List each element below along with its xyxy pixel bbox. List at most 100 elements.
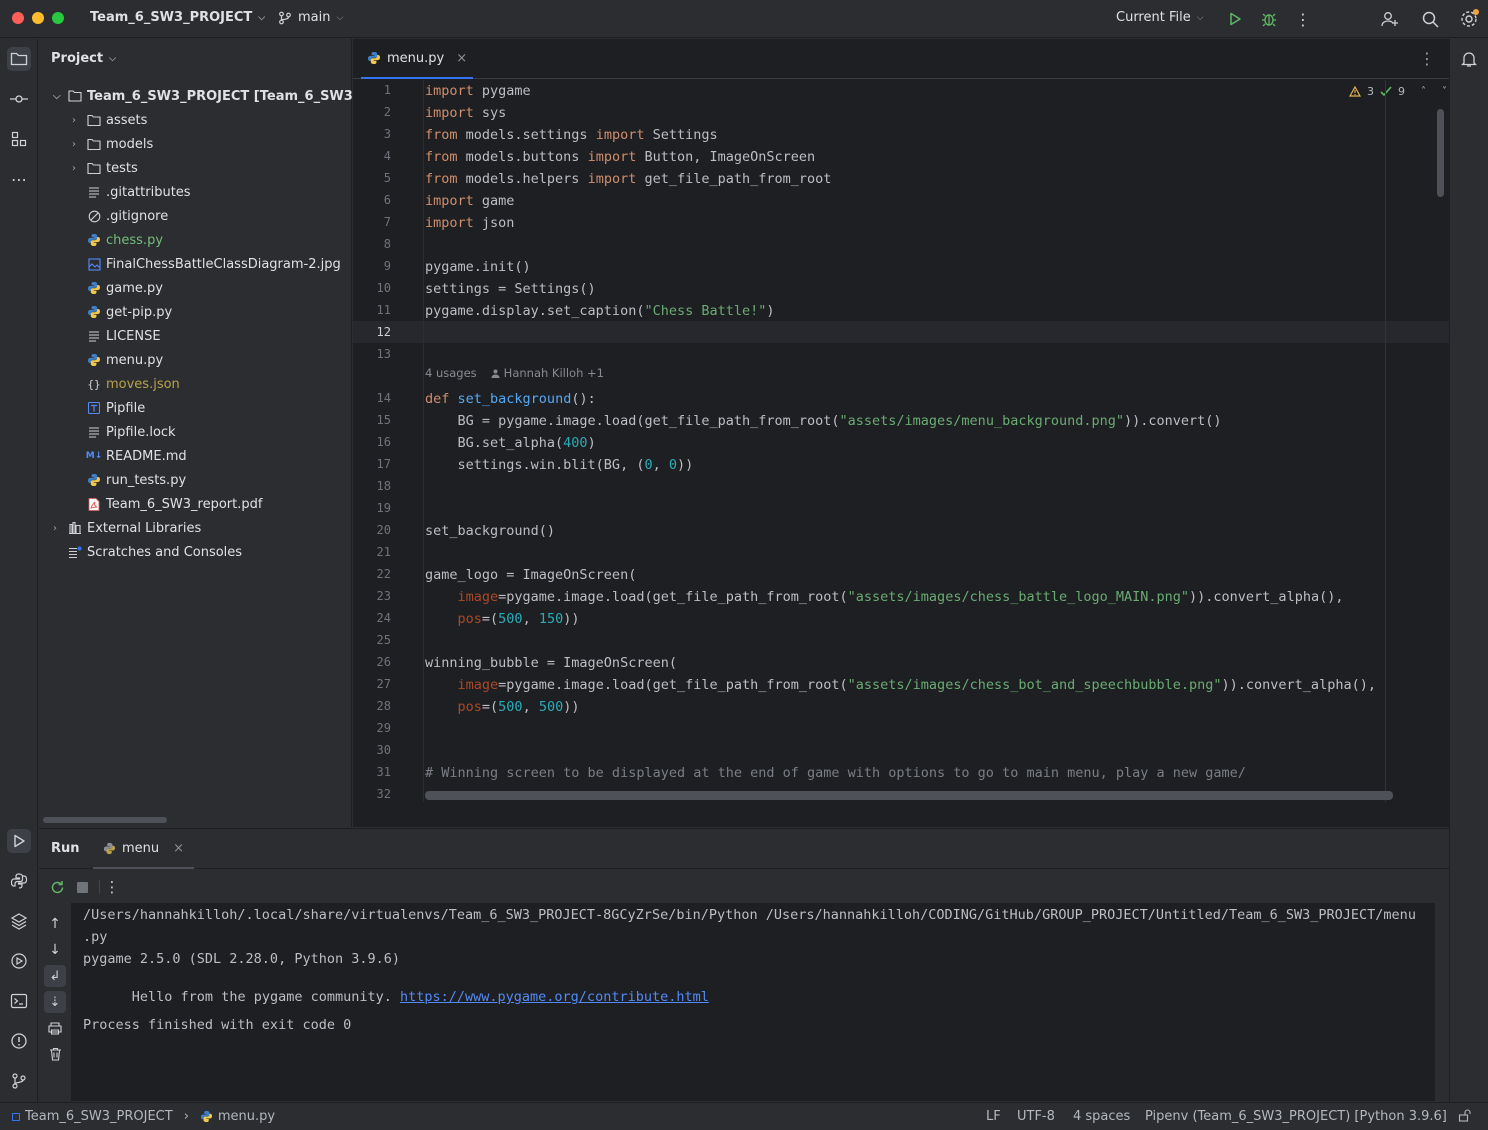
project-hscrollbar[interactable]: [43, 817, 167, 823]
search-button[interactable]: [1420, 9, 1440, 29]
tree-item[interactable]: game.py: [72, 276, 163, 300]
line-number: 26: [376, 655, 391, 669]
zoom-window-button[interactable]: [52, 12, 64, 24]
run-button[interactable]: [1225, 9, 1245, 29]
author-hint[interactable]: Hannah Killoh +1: [491, 366, 604, 380]
tree-item[interactable]: Pipfile: [72, 396, 145, 420]
code-line: pos=(500, 500)): [457, 699, 580, 715]
terminal-button[interactable]: [7, 989, 31, 1013]
rerun-button[interactable]: [46, 876, 68, 898]
tree-item[interactable]: › assets: [72, 108, 147, 132]
image-file-icon: [87, 257, 101, 271]
console-output[interactable]: /Users/hannahkilloh/.local/share/virtual…: [71, 903, 1435, 1101]
breadcrumb-project[interactable]: Team_6_SW3_PROJECT: [25, 1109, 173, 1124]
lock-icon[interactable]: [1458, 1109, 1471, 1126]
more-actions-button[interactable]: ⋮: [1293, 9, 1313, 29]
debug-button[interactable]: [1259, 9, 1279, 29]
interpreter-widget[interactable]: Pipenv (Team_6_SW3_PROJECT) [Python 3.9.…: [1145, 1109, 1447, 1124]
tree-external-libraries[interactable]: › External Libraries: [53, 516, 201, 540]
more-vertical-icon: ⋮: [1295, 9, 1311, 29]
search-icon: [1422, 11, 1439, 28]
folder-file-icon: [87, 113, 101, 127]
tree-scratches[interactable]: Scratches and Consoles: [53, 540, 242, 564]
encoding-widget[interactable]: UTF-8: [1017, 1109, 1055, 1124]
more-tools-button[interactable]: ⋯: [7, 167, 31, 191]
scroll-up-button[interactable]: ↑: [44, 913, 66, 935]
tree-item[interactable]: chess.py: [72, 228, 163, 252]
close-icon[interactable]: ×: [173, 841, 184, 856]
code-line: pygame.display.set_caption("Chess Battle…: [425, 303, 775, 319]
chevron-down-icon[interactable]: ˅: [1442, 86, 1447, 97]
code-area[interactable]: import pygame import sys from models.set…: [425, 80, 1385, 802]
usages-hint[interactable]: 4 usages: [425, 366, 477, 380]
run-tool-button[interactable]: [7, 829, 31, 853]
text-file-icon: [87, 329, 101, 343]
chevron-down-icon: ⌵: [336, 12, 344, 23]
tab-menu-py[interactable]: menu.py ×: [361, 39, 474, 79]
project-panel-header[interactable]: Project ⌵: [51, 51, 116, 66]
tree-item[interactable]: get-pip.py: [72, 300, 172, 324]
line-separator-widget[interactable]: LF: [986, 1109, 1001, 1124]
tree-item[interactable]: {} moves.json: [72, 372, 179, 396]
minimize-window-button[interactable]: [32, 12, 44, 24]
code-vision-hint[interactable]: 4 usages Hannah Killoh +1: [425, 366, 604, 380]
scroll-down-button[interactable]: ↓: [44, 939, 66, 961]
tree-item[interactable]: LICENSE: [72, 324, 161, 348]
tree-item[interactable]: FinalChessBattleClassDiagram-2.jpg: [72, 252, 341, 276]
run-config-selector[interactable]: Current File ⌵: [1116, 10, 1204, 25]
close-icon[interactable]: ×: [456, 51, 467, 66]
python-file-icon: [87, 281, 101, 295]
git-button[interactable]: [7, 1069, 31, 1093]
branch-switcher[interactable]: main ⌵: [278, 10, 343, 25]
soft-wrap-button[interactable]: ↲: [44, 965, 66, 987]
chevron-up-icon[interactable]: ˄: [1421, 86, 1426, 97]
tree-item[interactable]: › tests: [72, 156, 138, 180]
toml-file-icon: [87, 401, 101, 415]
run-more-button[interactable]: ⋮: [101, 876, 123, 898]
services-button[interactable]: [7, 949, 31, 973]
notifications-button[interactable]: [1457, 47, 1481, 71]
tree-item[interactable]: menu.py: [72, 348, 163, 372]
python-packages-button[interactable]: [7, 909, 31, 933]
tree-label: game.py: [106, 280, 163, 296]
code-line: image=pygame.image.load(get_file_path_fr…: [457, 589, 1344, 605]
chevron-right-icon: ›: [53, 522, 57, 534]
chevron-right-icon: ›: [72, 114, 76, 126]
tree-item[interactable]: Pipfile.lock: [72, 420, 176, 444]
tree-item[interactable]: .gitignore: [72, 204, 168, 228]
services-icon: [11, 953, 27, 969]
tree-item[interactable]: M↓ README.md: [72, 444, 187, 468]
editor: menu.py × ⋮ 3 9 ˄ ˅ 1 2 3 4 5 6 7 8 9 10 11 12 13 14 1…: [353, 39, 1449, 827]
tree-item[interactable]: › models: [72, 132, 153, 156]
tree-root[interactable]: ⌵ Team_6_SW3_PROJECT [Team_6_SW3]: [53, 84, 359, 108]
clear-button[interactable]: [44, 1043, 66, 1065]
vertical-scrollbar[interactable]: [1437, 109, 1444, 197]
problems-button[interactable]: [7, 1029, 31, 1053]
python-file-icon: [368, 52, 380, 64]
settings-button[interactable]: [1459, 9, 1479, 29]
tree-item[interactable]: run_tests.py: [72, 468, 186, 492]
tree-item[interactable]: Team_6_SW3_report.pdf: [72, 492, 262, 516]
indent-widget[interactable]: 4 spaces: [1073, 1109, 1130, 1124]
structure-tool-button[interactable]: [7, 127, 31, 151]
tree-label: External Libraries: [87, 520, 202, 536]
console-link[interactable]: https://www.pygame.org/contribute.html: [400, 989, 709, 1005]
scroll-to-end-button[interactable]: ⇣: [44, 991, 66, 1013]
project-tool-button[interactable]: [7, 47, 31, 71]
tree-item[interactable]: .gitattributes: [72, 180, 191, 204]
tree-label: Scratches and Consoles: [87, 544, 243, 560]
add-user-button[interactable]: [1380, 9, 1400, 29]
project-switcher[interactable]: Team_6_SW3_PROJECT ⌵: [90, 10, 265, 25]
stop-button[interactable]: [71, 876, 93, 898]
python-console-button[interactable]: [7, 869, 31, 893]
tabs-more-icon[interactable]: ⋮: [1419, 49, 1435, 68]
code-line: from models.buttons import Button, Image…: [425, 149, 816, 165]
horizontal-scrollbar[interactable]: [425, 791, 1393, 800]
close-window-button[interactable]: [12, 12, 24, 24]
folder-file-icon: [87, 161, 101, 175]
run-tab-menu[interactable]: menu ×: [93, 829, 195, 869]
commit-tool-button[interactable]: [7, 87, 31, 111]
project-panel: Project ⌵ ⌵ Team_6_SW3_PROJECT [Team_6_S…: [39, 39, 359, 827]
print-button[interactable]: [44, 1017, 66, 1039]
breadcrumb-file[interactable]: menu.py: [218, 1109, 275, 1124]
